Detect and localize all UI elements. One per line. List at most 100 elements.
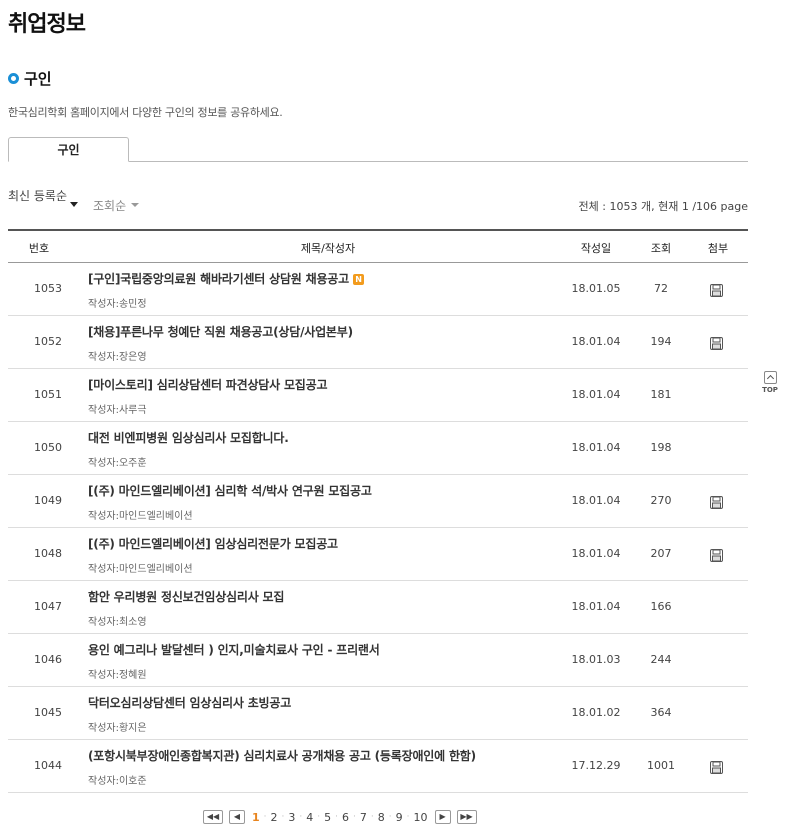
- row-number: 1051: [34, 388, 62, 401]
- header-date: 작성일: [580, 242, 612, 255]
- row-number: 1046: [34, 653, 62, 666]
- header-title: 제목/작성자: [300, 242, 356, 255]
- total-count-info: 전체 : 1053 개, 현재 1 /106 page: [578, 200, 748, 213]
- page-link[interactable]: 8: [378, 811, 385, 824]
- page-link[interactable]: 3: [288, 811, 295, 824]
- row-date: 18.01.03: [571, 653, 621, 666]
- page-separator: ·: [335, 812, 339, 822]
- row-title-text[interactable]: [구인]국립중앙의료원 해바라기센터 상담원 채용공고: [88, 272, 349, 286]
- row-date: 18.01.02: [571, 706, 621, 719]
- page-link[interactable]: 2: [271, 811, 278, 824]
- first-page-button[interactable]: ◀◀: [203, 810, 223, 824]
- row-title-text[interactable]: [(주) 마인드엘리베이션] 임상심리전문가 모집공고: [88, 537, 338, 551]
- page-separator: ·: [317, 812, 321, 822]
- row-date: 18.01.04: [571, 600, 621, 613]
- row-date: 18.01.04: [571, 547, 621, 560]
- row-title-link[interactable]: [(주) 마인드엘리베이션] 심리학 석/박사 연구원 모집공고: [88, 482, 372, 499]
- table-row[interactable]: 1051 [마이스토리] 심리상담센터 파견상담사 모집공고 작성자:사루극 18.0…: [8, 369, 748, 422]
- table-row[interactable]: 1053 [구인]국립중앙의료원 해바라기센터 상담원 채용공고 N 작성자:송민정 1…: [8, 263, 748, 316]
- row-views: 181: [650, 388, 672, 401]
- circle-bullet-icon: [8, 73, 19, 84]
- row-title-text[interactable]: 닥터오심리상담센터 임상심리사 초빙공고: [88, 696, 291, 710]
- page-separator: ·: [281, 812, 285, 822]
- arrow-up-icon[interactable]: [763, 371, 777, 384]
- section-description: 한국심리학회 홈페이지에서 다양한 구인의 정보를 공유하세요.: [8, 106, 283, 119]
- page-separator: ·: [370, 812, 374, 822]
- row-title-text[interactable]: 용인 예그리나 발달센터 ) 인지,미술치료사 구인 - 프리랜서: [88, 643, 380, 657]
- page-title: 취업정보: [8, 12, 86, 37]
- row-title-link[interactable]: 닥터오심리상담센터 임상심리사 초빙공고: [88, 694, 291, 711]
- caret-down-icon[interactable]: [131, 203, 139, 207]
- attachment-disk-icon[interactable]: [710, 759, 724, 774]
- sort-bar: 최신 등록순 조회순 전체 : 1053 개, 현재 1 /106 page: [8, 190, 748, 222]
- table-row[interactable]: 1052 [채용]푸른나무 청예단 직원 채용공고(상담/사업본부) 작성자:장은영…: [8, 316, 748, 369]
- table-row[interactable]: 1047 함안 우리병원 정신보건임상심리사 모집 작성자:최소영 18.01.04 1…: [8, 581, 748, 634]
- scroll-top-button[interactable]: TOP: [762, 371, 778, 394]
- table-row[interactable]: 1045 닥터오심리상담센터 임상심리사 초빙공고작성자:황지은 18.01.02 3…: [8, 687, 748, 740]
- row-title-text[interactable]: 대전 비엔피병원 임상심리사 모집합니다.: [88, 431, 289, 445]
- tab-job-offers[interactable]: 구인: [8, 137, 129, 162]
- page-separator: ·: [263, 812, 267, 822]
- page-link[interactable]: 1: [252, 811, 260, 824]
- row-author: 작성자:이호준: [88, 776, 147, 787]
- row-title-text[interactable]: [마이스토리] 심리상담센터 파견상담사 모집공고: [88, 378, 328, 392]
- caret-down-icon[interactable]: [70, 202, 78, 207]
- page-link[interactable]: 9: [396, 811, 403, 824]
- row-title-text[interactable]: [채용]푸른나무 청예단 직원 채용공고(상담/사업본부): [88, 325, 353, 339]
- section-heading: 구인: [8, 68, 52, 89]
- row-number: 1044: [34, 759, 62, 772]
- row-views: 198: [650, 441, 672, 454]
- job-list-table: 번호 제목/작성자 작성일 조회 첨부 1053 [구인]국립중앙의료원 해바라기…: [8, 229, 748, 793]
- row-title-link[interactable]: (포항시북부장애인종합복지관) 심리치료사 공개채용 공고 (등록장애인에 한함…: [88, 747, 476, 764]
- page-link[interactable]: 6: [342, 811, 349, 824]
- attachment-disk-icon[interactable]: [710, 494, 724, 509]
- row-author: 작성자:사루극: [88, 405, 147, 416]
- page-link[interactable]: 4: [306, 811, 313, 824]
- page-separator: ·: [388, 812, 392, 822]
- page-separator: ·: [406, 812, 410, 822]
- row-number: 1045: [34, 706, 62, 719]
- row-title-text[interactable]: (포항시북부장애인종합복지관) 심리치료사 공개채용 공고 (등록장애인에 한함…: [88, 749, 476, 763]
- row-date: 18.01.05: [571, 282, 621, 295]
- row-author: 작성자:마인드엘리베이션: [88, 511, 193, 522]
- table-row[interactable]: 1049 [(주) 마인드엘리베이션] 심리학 석/박사 연구원 모집공고 작성자:…: [8, 475, 748, 528]
- row-title-link[interactable]: [(주) 마인드엘리베이션] 임상심리전문가 모집공고: [88, 535, 338, 552]
- sort-views-dropdown[interactable]: 조회순: [93, 197, 126, 214]
- table-row[interactable]: 1044 (포항시북부장애인종합복지관) 심리치료사 공개채용 공고 (등록장애인…: [8, 740, 748, 793]
- prev-page-button[interactable]: ◀: [229, 810, 245, 824]
- sort-latest-dropdown[interactable]: 최신 등록순: [8, 190, 72, 203]
- row-views: 207: [650, 547, 672, 560]
- row-date: 17.12.29: [571, 759, 621, 772]
- table-row[interactable]: 1050 대전 비엔피병원 임상심리사 모집합니다. 작성자:오주훈 18.01.04…: [8, 422, 748, 475]
- row-date: 18.01.04: [571, 441, 621, 454]
- page-link[interactable]: 7: [360, 811, 367, 824]
- row-author: 작성자:마인드엘리베이션: [88, 564, 193, 575]
- tab-bar: 구인: [8, 137, 748, 162]
- row-title-link[interactable]: [마이스토리] 심리상담센터 파견상담사 모집공고: [88, 376, 328, 393]
- row-title-text[interactable]: 함안 우리병원 정신보건임상심리사 모집: [88, 590, 284, 604]
- page-link[interactable]: 5: [324, 811, 331, 824]
- row-number: 1050: [34, 441, 62, 454]
- attachment-disk-icon[interactable]: [710, 282, 724, 297]
- row-title-link[interactable]: [채용]푸른나무 청예단 직원 채용공고(상담/사업본부): [88, 323, 353, 340]
- table-row[interactable]: 1046 용인 예그리나 발달센터 ) 인지,미술치료사 구인 - 프리랜서 작성자…: [8, 634, 748, 687]
- next-page-button[interactable]: ▶: [434, 810, 451, 824]
- header-no: 번호: [28, 242, 50, 255]
- row-date: 18.01.04: [571, 335, 621, 348]
- row-author: 작성자:황지은: [88, 723, 147, 734]
- attachment-disk-icon[interactable]: [710, 547, 724, 562]
- page-link[interactable]: 10: [414, 811, 428, 824]
- row-date: 18.01.04: [571, 494, 621, 507]
- row-title-link[interactable]: [구인]국립중앙의료원 해바라기센터 상담원 채용공고 N: [88, 270, 364, 287]
- row-number: 1053: [34, 282, 62, 295]
- last-page-button[interactable]: ▶▶: [456, 810, 477, 824]
- row-number: 1047: [34, 600, 62, 613]
- row-title-link[interactable]: 용인 예그리나 발달센터 ) 인지,미술치료사 구인 - 프리랜서: [88, 641, 380, 658]
- row-title-link[interactable]: 대전 비엔피병원 임상심리사 모집합니다.: [88, 429, 289, 446]
- table-row[interactable]: 1048 [(주) 마인드엘리베이션] 임상심리전문가 모집공고 작성자:마인드엘리…: [8, 528, 748, 581]
- row-views: 244: [650, 653, 672, 666]
- row-title-text[interactable]: [(주) 마인드엘리베이션] 심리학 석/박사 연구원 모집공고: [88, 484, 372, 498]
- attachment-disk-icon[interactable]: [710, 335, 724, 350]
- row-views: 364: [650, 706, 672, 719]
- row-title-link[interactable]: 함안 우리병원 정신보건임상심리사 모집: [88, 588, 284, 605]
